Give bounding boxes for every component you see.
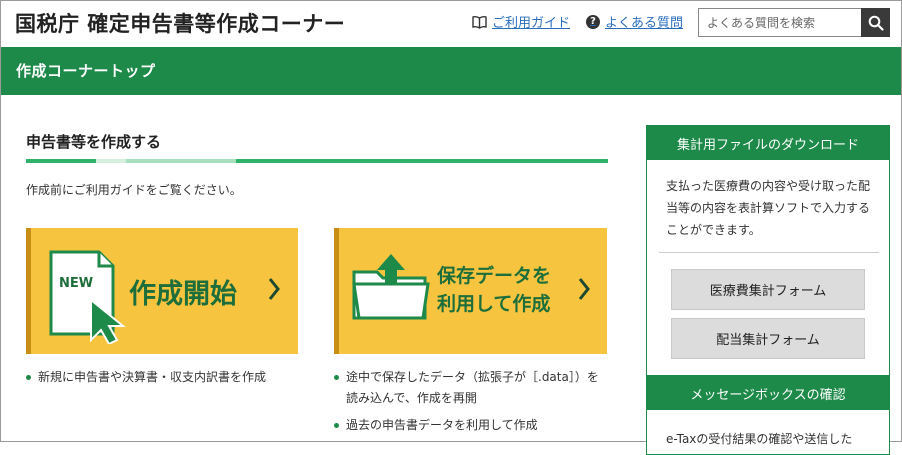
section-underline bbox=[26, 159, 608, 163]
chevron-right-icon bbox=[268, 278, 280, 300]
search-button[interactable] bbox=[861, 8, 890, 37]
divider bbox=[659, 252, 879, 253]
guide-link-label: ご利用ガイド bbox=[492, 16, 571, 31]
folder-upload-icon bbox=[352, 254, 430, 320]
load-saved-data-button[interactable]: 保存データを利用して作成 bbox=[334, 228, 607, 354]
messagebox-panel: メッセージボックスの確認 e-Taxの受付結果の確認や送信した bbox=[646, 375, 890, 455]
messagebox-panel-title: メッセージボックスの確認 bbox=[647, 376, 889, 410]
section-title: 申告書等を作成する bbox=[26, 133, 162, 151]
start-new-notes: 新規に申告書や決算書・収支内訳書を作成 bbox=[26, 367, 301, 388]
faq-link-label: よくある質問 bbox=[605, 16, 684, 31]
new-badge: NEW bbox=[59, 276, 94, 291]
page-nav-bar: 作成コーナートップ bbox=[1, 47, 901, 95]
list-item: 過去の申告書データを利用して作成 bbox=[334, 415, 609, 436]
faq-link[interactable]: ? よくある質問 bbox=[586, 12, 683, 31]
list-item: 途中で保存したデータ（拡張子が［.data］）を読み込んで、作成を再開 bbox=[334, 367, 609, 409]
medical-form-button[interactable]: 医療費集計フォーム bbox=[671, 269, 865, 310]
download-panel-text: 支払った医療費の内容や受け取った配当等の内容を表計算ソフトで入力することができま… bbox=[666, 179, 871, 237]
download-panel-title: 集計用ファイルのダウンロード bbox=[647, 126, 889, 160]
list-item: 新規に申告書や決算書・収支内訳書を作成 bbox=[26, 367, 301, 388]
top-header: 国税庁 確定申告書等作成コーナー ご利用ガイド ? よくある質問 bbox=[1, 1, 901, 47]
dividend-form-button[interactable]: 配当集計フォーム bbox=[671, 318, 865, 359]
breadcrumb: 作成コーナートップ bbox=[16, 62, 156, 80]
search-icon bbox=[868, 15, 884, 31]
start-new-button[interactable]: NEW 作成開始 bbox=[26, 228, 298, 354]
download-panel: 集計用ファイルのダウンロード 支払った医療費の内容や受け取った配当等の内容を表計… bbox=[646, 125, 890, 375]
guide-link[interactable]: ご利用ガイド bbox=[472, 12, 570, 31]
chevron-right-icon bbox=[578, 278, 590, 300]
book-icon bbox=[472, 15, 487, 29]
new-document-icon bbox=[49, 250, 126, 344]
start-new-label: 作成開始 bbox=[129, 279, 237, 310]
load-saved-notes: 途中で保存したデータ（拡張子が［.data］）を読み込んで、作成を再開 過去の申… bbox=[334, 367, 609, 442]
search-input[interactable] bbox=[698, 8, 862, 37]
question-icon: ? bbox=[586, 14, 600, 29]
load-saved-label: 保存データを利用して作成 bbox=[437, 265, 552, 315]
messagebox-panel-text: e-Taxの受付結果の確認や送信した bbox=[666, 432, 853, 446]
site-title[interactable]: 国税庁 確定申告書等作成コーナー bbox=[15, 8, 345, 38]
intro-text: 作成前にご利用ガイドをご覧ください。 bbox=[26, 183, 242, 197]
